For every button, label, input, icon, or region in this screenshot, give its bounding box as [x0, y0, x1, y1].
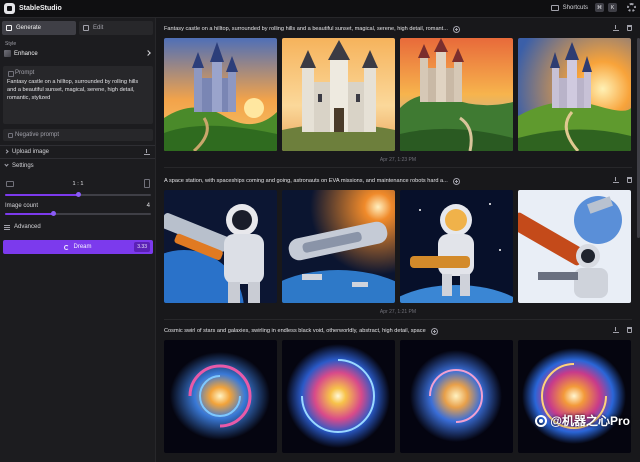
- mode-tabs: Generate Edit: [2, 21, 153, 35]
- add-circle-icon[interactable]: [430, 327, 438, 335]
- shortcut-key-cmd: ⌘: [595, 3, 604, 12]
- image-count-slider-fill: [5, 213, 54, 215]
- prompt-label: Prompt: [7, 70, 149, 77]
- negative-prompt-field[interactable]: Negative prompt: [3, 129, 153, 141]
- tab-generate-label: Generate: [16, 25, 42, 31]
- divider: [0, 158, 155, 159]
- add-circle-icon[interactable]: [452, 25, 460, 33]
- upload-image-label: Upload image: [12, 149, 50, 155]
- batch-images: [164, 340, 631, 453]
- generated-image[interactable]: [282, 38, 395, 151]
- batch-header: Fantasy castle on a hilltop, surrounded …: [164, 24, 632, 34]
- upload-image-section[interactable]: Upload image: [0, 146, 155, 158]
- generate-icon: [6, 25, 12, 31]
- chevron-right-icon: [145, 50, 151, 56]
- generated-image[interactable]: [400, 190, 513, 303]
- aspect-ratio-slider-thumb[interactable]: [75, 192, 81, 197]
- tab-edit-label: Edit: [93, 25, 104, 31]
- batch-header: Cosmic swirl of stars and galaxies, swir…: [164, 326, 632, 336]
- batch-actions: [613, 177, 632, 183]
- advanced-label: Advanced: [14, 224, 41, 230]
- generated-image[interactable]: [518, 38, 631, 151]
- settings-gear-icon[interactable]: [627, 3, 636, 12]
- watermark: @机器之心Pro: [535, 412, 630, 429]
- watermark-text: @机器之心Pro: [550, 414, 630, 428]
- style-select[interactable]: Enhance: [4, 48, 152, 59]
- advanced-sliders-icon: [4, 224, 10, 230]
- batch-header: A space station, with spaceships coming …: [164, 176, 632, 186]
- generated-image[interactable]: [282, 340, 395, 453]
- prompt-text[interactable]: Fantasy castle on a hilltop, surrounded …: [7, 79, 149, 102]
- aspect-portrait-icon: [144, 179, 150, 188]
- upload-icon[interactable]: [144, 149, 150, 155]
- image-count-value: 4: [146, 203, 150, 209]
- generated-image[interactable]: [282, 190, 395, 303]
- batch-actions: [613, 25, 632, 31]
- style-swatch: [4, 50, 11, 57]
- generated-image[interactable]: [400, 38, 513, 151]
- image-count-slider-thumb[interactable]: [50, 211, 56, 216]
- tab-generate[interactable]: Generate: [2, 21, 76, 35]
- logo-icon: [4, 3, 15, 14]
- batch-prompt[interactable]: Fantasy castle on a hilltop, surrounded …: [164, 26, 448, 32]
- negative-prompt-label: Negative prompt: [15, 132, 60, 138]
- keyboard-icon[interactable]: [550, 4, 559, 11]
- shortcuts-label[interactable]: Shortcuts: [563, 5, 588, 11]
- divider: [164, 319, 632, 320]
- caret-icon: [4, 149, 9, 154]
- generated-image[interactable]: [518, 190, 631, 303]
- dream-label: Dream: [73, 244, 92, 250]
- image-count-slider[interactable]: [5, 211, 151, 216]
- dream-button[interactable]: Dream 3.33: [3, 240, 153, 254]
- style-label: Style: [5, 41, 17, 47]
- aspect-ratio-slider[interactable]: [5, 192, 151, 197]
- generated-image[interactable]: [400, 340, 513, 453]
- trash-icon[interactable]: [627, 327, 632, 333]
- generated-image[interactable]: [518, 340, 631, 453]
- sidebar: Generate Edit Style Enhance Prompt Fanta…: [0, 18, 156, 462]
- dream-cost-badge: 3.33: [134, 242, 150, 252]
- aspect-ratio-control[interactable]: 1 : 1: [5, 178, 151, 190]
- settings-label: Settings: [12, 163, 34, 169]
- aspect-ratio-slider-fill: [5, 194, 78, 196]
- batch-timestamp: Apr 27, 1:21 PM: [379, 309, 417, 315]
- download-icon[interactable]: [613, 25, 619, 31]
- batch-images: [164, 190, 631, 303]
- results-panel: Fantasy castle on a hilltop, surrounded …: [156, 18, 640, 462]
- edit-icon: [83, 25, 89, 31]
- generated-image[interactable]: [164, 340, 277, 453]
- advanced-section[interactable]: Advanced: [4, 224, 41, 230]
- image-count-label: Image count: [5, 203, 39, 209]
- add-circle-icon[interactable]: [452, 177, 460, 185]
- caret-icon: [4, 162, 9, 167]
- download-icon[interactable]: [613, 177, 619, 183]
- dream-icon: [64, 244, 70, 250]
- trash-icon[interactable]: [627, 177, 632, 183]
- watermark-icon: [535, 414, 548, 427]
- tab-edit[interactable]: Edit: [79, 21, 153, 35]
- app-title: StableStudio: [19, 5, 62, 12]
- topbar-actions: Shortcuts ⌘ K: [550, 3, 636, 12]
- batch-prompt[interactable]: Cosmic swirl of stars and galaxies, swir…: [164, 328, 426, 334]
- top-bar: StableStudio Shortcuts ⌘ K: [0, 0, 640, 18]
- style-value: Enhance: [14, 50, 38, 57]
- download-icon[interactable]: [613, 327, 619, 333]
- prompt-field[interactable]: Prompt Fantasy castle on a hilltop, surr…: [3, 66, 153, 124]
- batch-actions: [613, 327, 632, 333]
- shortcut-key-k: K: [608, 3, 617, 12]
- settings-section[interactable]: Settings: [0, 160, 155, 172]
- batch-timestamp: Apr 27, 1:23 PM: [379, 157, 417, 163]
- trash-icon[interactable]: [627, 25, 632, 31]
- generated-image[interactable]: [164, 190, 277, 303]
- batch-images: [164, 38, 631, 151]
- divider: [164, 167, 632, 168]
- aspect-ratio-value: 1 : 1: [72, 181, 84, 187]
- batch-prompt[interactable]: A space station, with spaceships coming …: [164, 178, 448, 184]
- generated-image[interactable]: [164, 38, 277, 151]
